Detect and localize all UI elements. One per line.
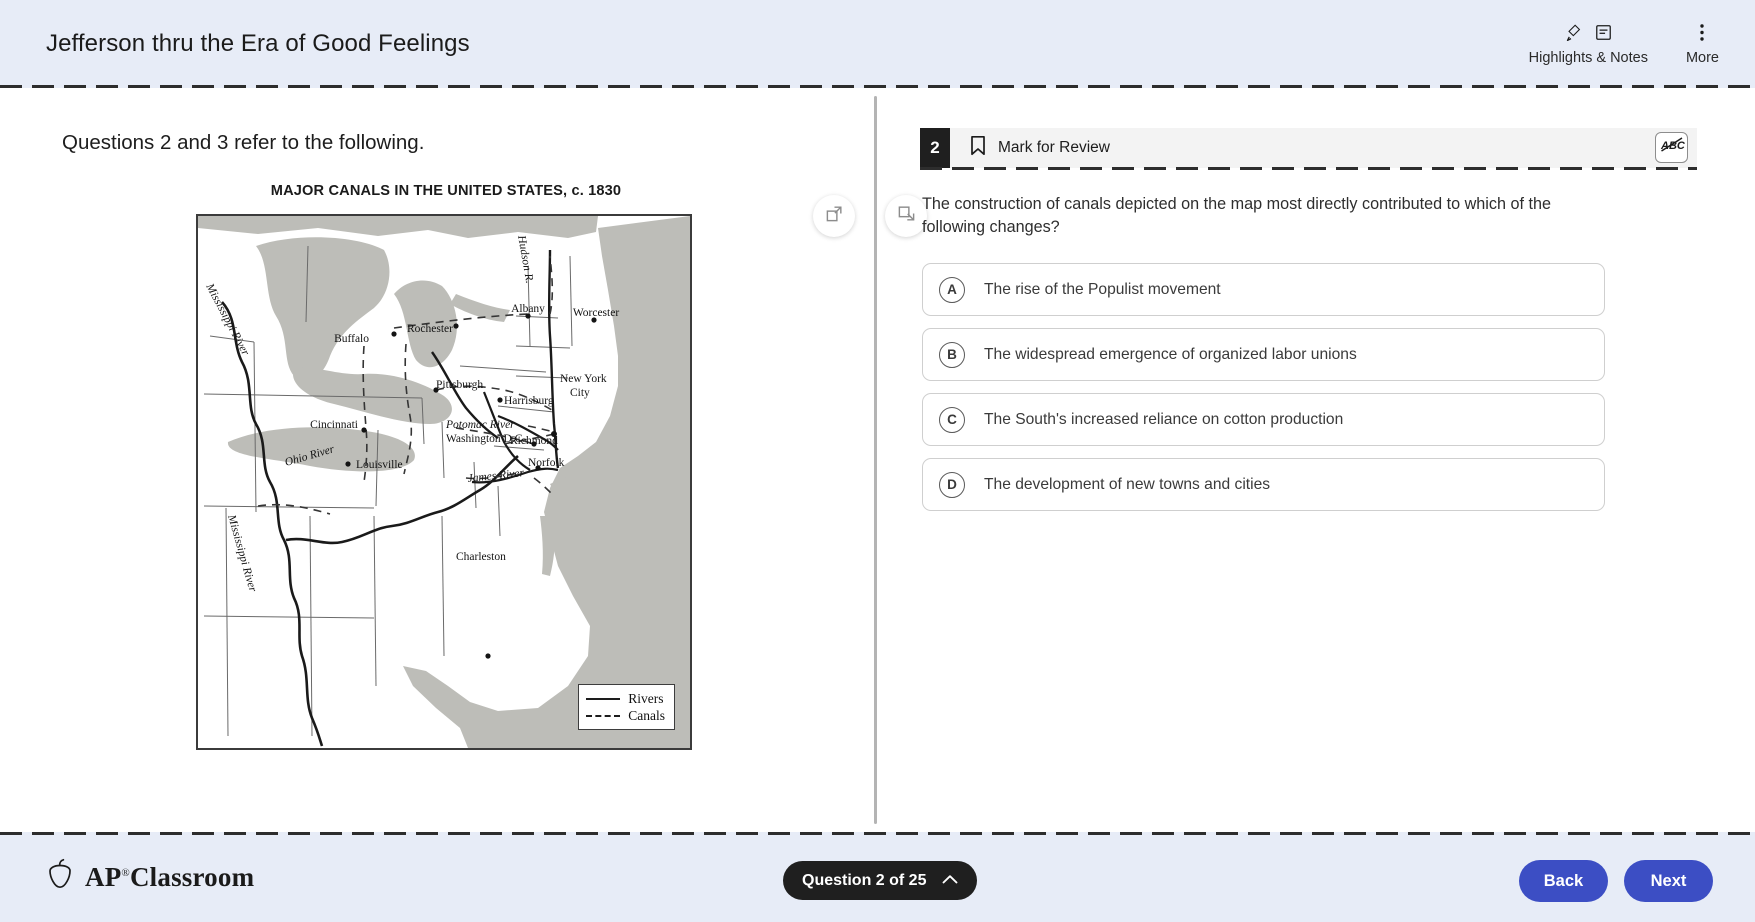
app-header: Jefferson thru the Era of Good Feelings [0,0,1755,88]
ap-classroom-logo: AP®Classroom [46,858,254,896]
dashed-line-icon [586,714,621,717]
chevron-up-icon [942,872,958,890]
map-label-albany: Albany [511,303,545,315]
header-tools: Highlights & Notes More [1529,23,1719,66]
map-label-newyork: New York [560,373,607,385]
bookmark-icon [970,135,986,161]
highlights-and-notes-label: Highlights & Notes [1528,49,1648,66]
footer-bar: AP®Classroom Question 2 of 25 Back Next [0,832,1755,922]
answer-choice-b[interactable]: B The widespread emergence of organized … [922,328,1605,381]
collapse-panel-icon [897,204,916,228]
answer-choice-a[interactable]: A The rise of the Populist movement [922,263,1605,316]
map-title: MAJOR CANALS IN THE UNITED STATES, c. 18… [270,183,622,199]
choice-text-c: The South's increased reliance on cotton… [984,410,1344,428]
question-toolbar: 2 Mark for Review ABC [920,128,1697,170]
eliminate-answers-button[interactable]: ABC [1655,132,1688,163]
brand-ap: AP [85,861,122,892]
more-button[interactable]: More [1686,23,1719,66]
map-graphic: Buffalo Rochester Albany Worcester New Y… [198,216,690,748]
answer-choice-c[interactable]: C The South's increased reliance on cott… [922,393,1605,446]
answer-choices: A The rise of the Populist movement B Th… [922,263,1605,523]
abc-strikethrough-icon: ABC [1659,135,1685,160]
map-label-cincinnati: Cincinnati [310,419,358,431]
map-legend: Rivers Canals [578,684,675,730]
main-content: Questions 2 and 3 refer to the following… [0,88,1755,832]
map-label-newyork2: City [570,387,590,399]
question-navigator-button[interactable]: Question 2 of 25 [783,861,978,900]
acorn-icon [46,858,74,896]
stimulus-panel: Questions 2 and 3 refer to the following… [0,88,874,832]
map-label-richmond: Richmond [510,435,558,447]
choice-letter-a: A [939,276,965,303]
highlights-and-notes-button[interactable]: Highlights & Notes [1529,23,1648,66]
footer-actions: Back Next [1519,860,1713,902]
map-label-potomac-river: Potomac River [445,419,515,431]
more-label: More [1685,49,1719,66]
mark-for-review-button[interactable]: Mark for Review [970,135,1110,161]
choice-text-b: The widespread emergence of organized la… [984,345,1357,363]
choice-text-a: The rise of the Populist movement [984,280,1221,298]
legend-item-rivers: Rivers [586,690,665,707]
map-label-buffalo: Buffalo [334,333,369,345]
brand-classroom: Classroom [129,861,255,892]
choice-letter-c: C [939,406,965,433]
stimulus-intro: Questions 2 and 3 refer to the following… [62,131,425,154]
map-label-norfolk: Norfolk [528,457,565,469]
page-title: Jefferson thru the Era of Good Feelings [46,30,470,57]
note-icon [1594,23,1613,47]
map-label-harrisburg: Harrisburg [504,395,554,407]
highlighter-icon [1564,22,1585,48]
question-number-badge: 2 [920,128,950,168]
question-stem: The construction of canals depicted on t… [922,195,1551,237]
panel-divider[interactable] [874,96,877,824]
question-panel: 2 Mark for Review ABC The construction o… [920,88,1710,832]
brand-label: AP®Classroom [85,861,255,892]
solid-line-icon [586,697,621,700]
choice-letter-d: D [939,471,965,498]
map-label-louisville: Louisville [356,459,403,471]
legend-label-canals: Canals [628,707,665,723]
choice-letter-b: B [939,341,965,368]
legend-label-rivers: Rivers [628,690,664,706]
map-figure: Buffalo Rochester Albany Worcester New Y… [196,214,692,750]
back-button[interactable]: Back [1519,860,1608,902]
map-label-pittsburgh: Pittsburgh [436,379,483,391]
mark-for-review-label: Mark for Review [998,139,1110,156]
question-navigator-label: Question 2 of 25 [802,871,927,889]
map-label-charleston: Charleston [456,551,506,563]
choice-text-d: The development of new towns and cities [984,475,1271,493]
answer-choice-d[interactable]: D The development of new towns and citie… [922,458,1605,511]
legend-item-canals: Canals [586,707,665,724]
more-vertical-icon [1693,22,1711,48]
map-label-rochester: Rochester [407,323,453,335]
map-container: MAJOR CANALS IN THE UNITED STATES, c. 18… [196,183,696,750]
map-label-worcester: Worcester [573,307,619,319]
next-button[interactable]: Next [1624,860,1713,902]
